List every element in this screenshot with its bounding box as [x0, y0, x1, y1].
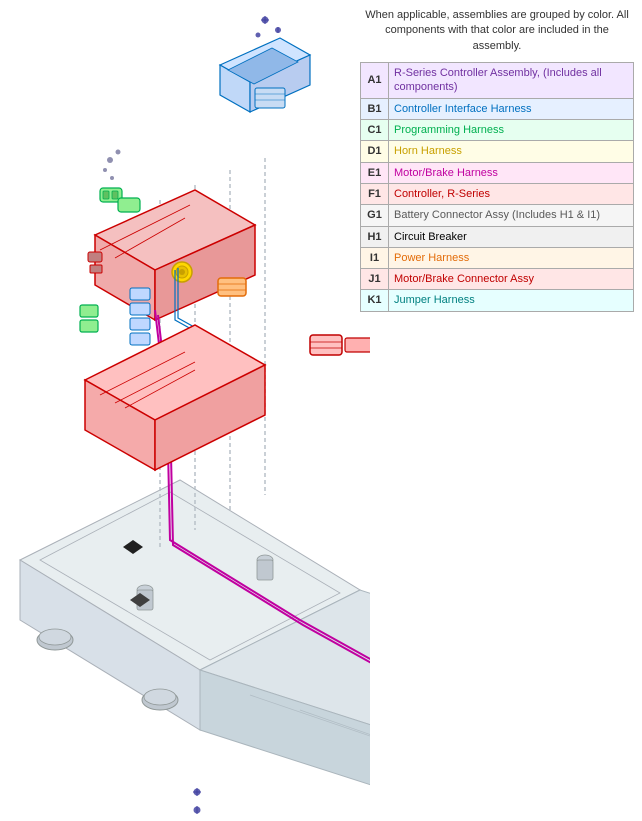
diagram-area	[0, 0, 370, 818]
legend-code: J1	[361, 269, 389, 290]
legend-code: F1	[361, 183, 389, 204]
legend-code: G1	[361, 205, 389, 226]
legend-desc: Jumper Harness	[389, 290, 634, 311]
legend-row: I1Power Harness	[361, 247, 634, 268]
legend-row: K1Jumper Harness	[361, 290, 634, 311]
legend-desc: Horn Harness	[389, 141, 634, 162]
legend-row: H1Circuit Breaker	[361, 226, 634, 247]
legend-code: I1	[361, 247, 389, 268]
legend-table: A1R-Series Controller Assembly, (Include…	[360, 62, 634, 312]
legend-desc: Motor/Brake Connector Assy	[389, 269, 634, 290]
legend-desc: Controller Interface Harness	[389, 98, 634, 119]
legend-code: B1	[361, 98, 389, 119]
legend-code: A1	[361, 63, 389, 99]
legend-desc: Motor/Brake Harness	[389, 162, 634, 183]
legend-desc: Controller, R-Series	[389, 183, 634, 204]
legend-desc: Circuit Breaker	[389, 226, 634, 247]
legend-row: D1Horn Harness	[361, 141, 634, 162]
legend-row: A1R-Series Controller Assembly, (Include…	[361, 63, 634, 99]
legend-row: J1Motor/Brake Connector Assy	[361, 269, 634, 290]
main-container: When applicable, assemblies are grouped …	[0, 0, 642, 818]
legend-code: H1	[361, 226, 389, 247]
legend-row: C1Programming Harness	[361, 120, 634, 141]
legend-code: K1	[361, 290, 389, 311]
legend-row: E1Motor/Brake Harness	[361, 162, 634, 183]
legend-desc: Battery Connector Assy (Includes H1 & I1…	[389, 205, 634, 226]
legend-desc: Power Harness	[389, 247, 634, 268]
legend-code: C1	[361, 120, 389, 141]
legend-code: E1	[361, 162, 389, 183]
legend-row: G1Battery Connector Assy (Includes H1 & …	[361, 205, 634, 226]
legend-desc: R-Series Controller Assembly, (Includes …	[389, 63, 634, 99]
exploded-diagram	[0, 0, 370, 818]
legend-panel: When applicable, assemblies are grouped …	[352, 0, 642, 320]
legend-desc: Programming Harness	[389, 120, 634, 141]
legend-row: B1Controller Interface Harness	[361, 98, 634, 119]
legend-intro: When applicable, assemblies are grouped …	[360, 8, 634, 54]
legend-code: D1	[361, 141, 389, 162]
legend-row: F1Controller, R-Series	[361, 183, 634, 204]
